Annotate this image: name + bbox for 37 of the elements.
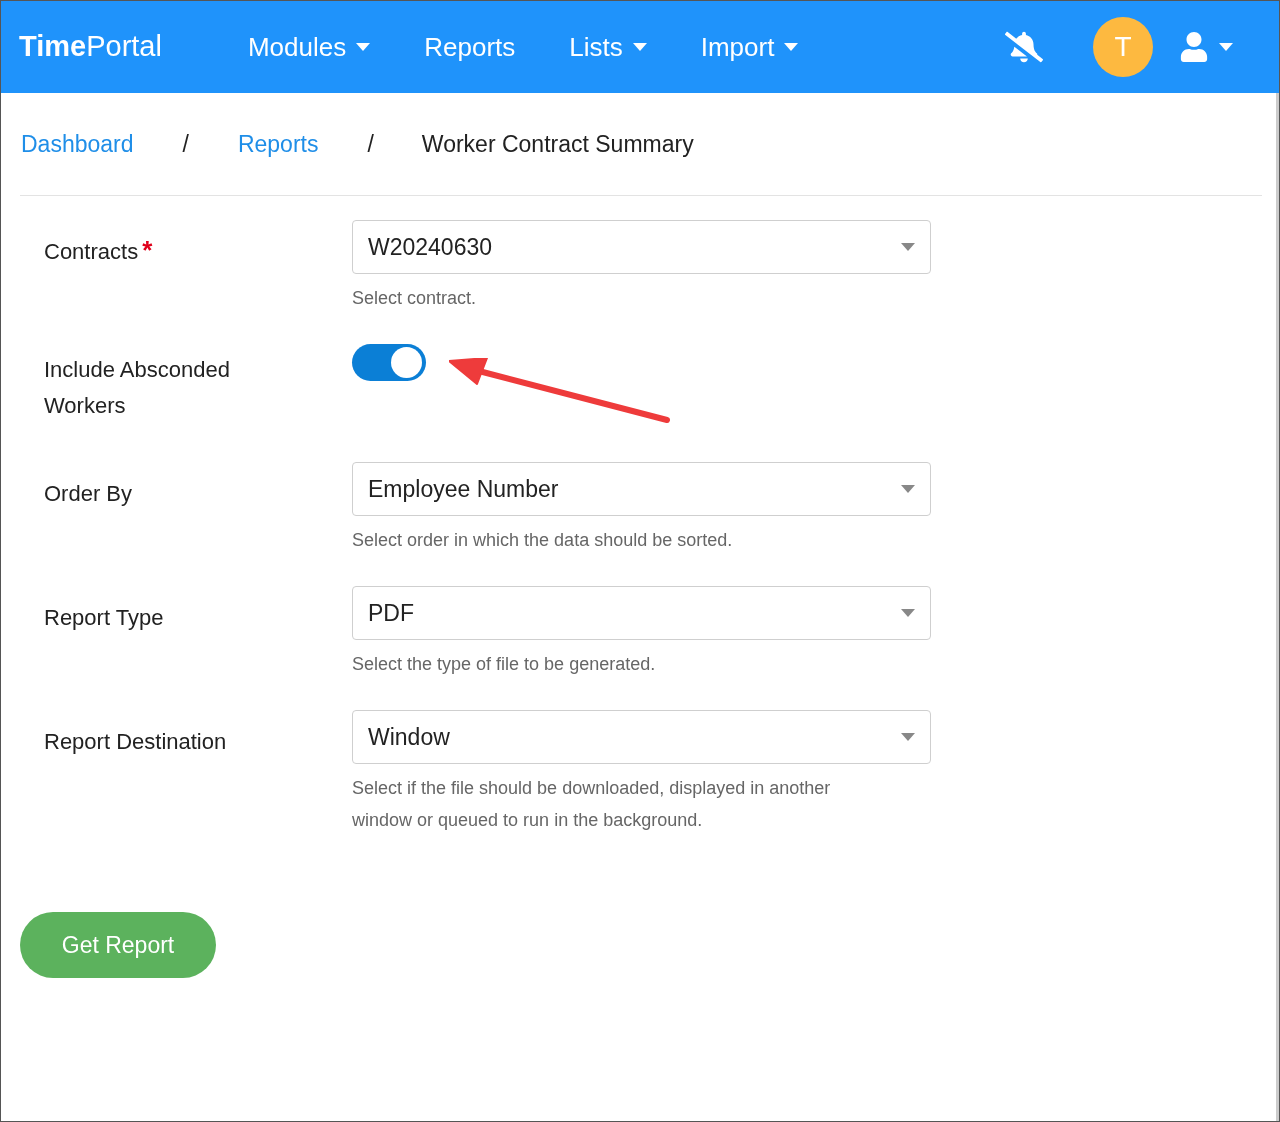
select-field[interactable]: Window (352, 710, 931, 764)
get-report-button[interactable]: Get Report (20, 912, 216, 978)
field-label: Order By (44, 481, 133, 506)
help-text: Select order in which the data should be sorted. (352, 529, 734, 552)
user-menu-button[interactable] (1179, 32, 1233, 62)
required-mark: * (142, 235, 153, 265)
nav-menu-item[interactable]: Reports (424, 27, 516, 67)
field-label: Report Type (44, 605, 164, 630)
avatar[interactable]: T (1093, 17, 1153, 77)
help-text: Select contract. (352, 287, 478, 310)
caret-icon (356, 43, 371, 51)
caret-icon (632, 43, 647, 51)
nav-menu-item[interactable]: Modules (247, 27, 371, 67)
caret-icon (901, 609, 915, 617)
breadcrumb-separator: / (367, 129, 374, 159)
select-field[interactable]: Employee Number (352, 462, 931, 516)
field-label: Include Absconded Workers (44, 357, 230, 418)
help-text: Select if the file should be downloaded, displayed in another window or queued to run in the background. (352, 777, 832, 832)
breadcrumb-current: Worker Contract Summary (421, 129, 694, 159)
nav-menu-item[interactable]: Lists (569, 27, 647, 67)
field-label: Contracts (44, 239, 139, 264)
help-text: Select the type of file to be generated. (352, 653, 657, 676)
breadcrumb-link[interactable]: Reports (236, 126, 320, 162)
breadcrumb-link[interactable]: Dashboard (20, 126, 135, 162)
field-label: Report Destination (44, 729, 227, 754)
breadcrumb-separator: / (182, 129, 189, 159)
select-field[interactable]: W20240630 (352, 220, 931, 274)
caret-icon (901, 485, 915, 493)
caret-icon (1219, 43, 1233, 51)
caret-icon (901, 733, 915, 741)
user-icon (1179, 32, 1209, 62)
brand-logo[interactable]: TimePortal (19, 25, 162, 69)
caret-icon (784, 43, 799, 51)
caret-icon (901, 243, 915, 251)
nav-menu-item[interactable]: Import (700, 27, 799, 67)
toggle-switch[interactable] (352, 344, 426, 381)
select-field[interactable]: PDF (352, 586, 931, 640)
